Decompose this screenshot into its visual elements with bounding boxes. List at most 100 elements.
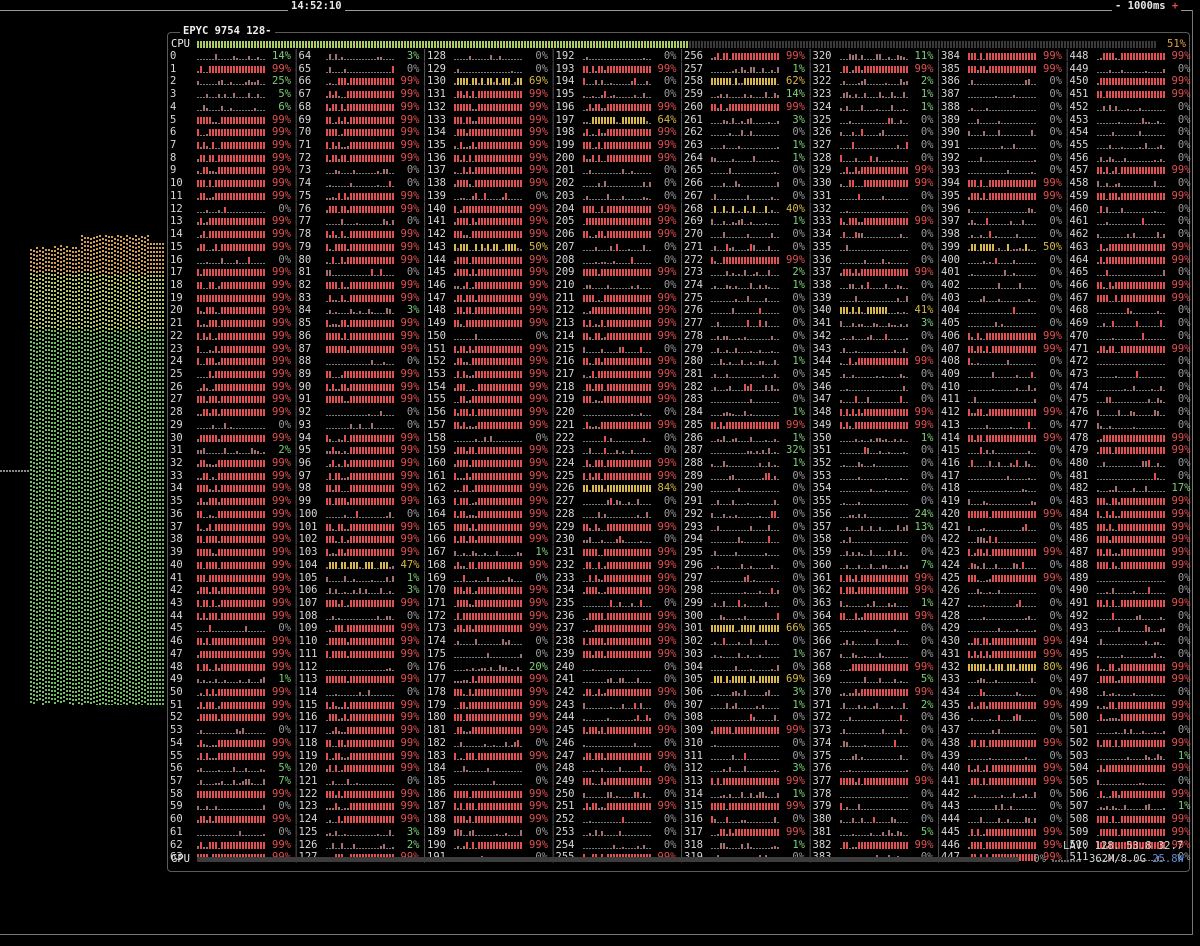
graph-dot — [120, 284, 122, 286]
graph-dot — [117, 459, 119, 461]
graph-dot — [96, 432, 98, 434]
graph-dot — [126, 575, 128, 577]
graph-dot — [48, 601, 50, 603]
refresh-increase-button[interactable]: + — [1172, 0, 1178, 12]
graph-dot — [66, 582, 68, 584]
graph-dot — [30, 537, 32, 539]
graph-dot — [105, 587, 107, 589]
graph-dot — [93, 309, 95, 311]
graph-dot — [99, 675, 101, 677]
refresh-decrease-button[interactable]: - — [1115, 0, 1121, 12]
graph-dot — [117, 379, 119, 381]
graph-dot — [60, 425, 62, 427]
graph-dot — [132, 458, 134, 460]
graph-dot — [120, 436, 122, 438]
graph-dot — [114, 294, 116, 296]
graph-dot — [36, 323, 38, 325]
graph-dot — [111, 300, 113, 302]
graph-dot — [33, 646, 35, 648]
graph-dot — [93, 273, 95, 275]
graph-dot — [72, 519, 74, 521]
graph-dot — [96, 436, 98, 438]
graph-dot — [144, 413, 146, 415]
graph-dot — [120, 660, 122, 662]
graph-dot — [108, 376, 110, 378]
graph-dot — [120, 560, 122, 562]
graph-dot — [123, 478, 125, 480]
graph-dot — [51, 298, 53, 300]
graph-dot — [33, 554, 35, 556]
graph-dot — [81, 467, 83, 469]
graph-dot — [108, 676, 110, 678]
graph-dot — [108, 516, 110, 518]
graph-dot — [126, 323, 128, 325]
graph-dot — [141, 400, 143, 402]
graph-dot — [144, 377, 146, 379]
graph-dot — [66, 250, 68, 252]
graph-dot — [153, 303, 155, 305]
graph-dot — [141, 516, 143, 518]
graph-dot — [144, 409, 146, 411]
graph-dot — [102, 546, 104, 548]
graph-dot — [144, 653, 146, 655]
graph-dot — [156, 327, 158, 329]
graph-dot — [75, 279, 77, 281]
graph-dot — [108, 576, 110, 578]
graph-dot — [60, 657, 62, 659]
graph-dot — [51, 470, 53, 472]
graph-dot — [120, 424, 122, 426]
graph-dot — [153, 367, 155, 369]
graph-dot — [90, 258, 92, 260]
graph-dot — [111, 396, 113, 398]
graph-dot — [84, 533, 86, 535]
graph-dot — [138, 386, 140, 388]
graph-dot — [138, 510, 140, 512]
graph-dot — [48, 353, 50, 355]
graph-dot — [138, 442, 140, 444]
graph-dot — [57, 336, 59, 338]
graph-dot — [144, 529, 146, 531]
graph-dot — [45, 353, 47, 355]
graph-dot — [48, 469, 50, 471]
graph-dot — [129, 297, 131, 299]
graph-dot — [42, 355, 44, 357]
graph-dot — [96, 248, 98, 250]
graph-dot — [114, 590, 116, 592]
graph-dot — [48, 437, 50, 439]
graph-dot — [57, 668, 59, 670]
graph-dot — [117, 311, 119, 313]
graph-dot — [129, 633, 131, 635]
graph-dot — [72, 547, 74, 549]
graph-dot — [105, 359, 107, 361]
graph-dot — [99, 247, 101, 249]
graph-dot — [60, 309, 62, 311]
graph-dot — [36, 339, 38, 341]
graph-dot — [126, 367, 128, 369]
graph-dot — [30, 313, 32, 315]
graph-dot — [141, 668, 143, 670]
graph-dot — [102, 570, 104, 572]
graph-dot — [63, 248, 65, 250]
graph-dot — [66, 610, 68, 612]
graph-dot — [30, 309, 32, 311]
graph-dot — [141, 312, 143, 314]
graph-dot — [147, 451, 149, 453]
graph-dot — [84, 281, 86, 283]
graph-dot — [60, 625, 62, 627]
graph-dot — [120, 544, 122, 546]
graph-dot — [84, 701, 86, 703]
refresh-control[interactable]: - 1000ms + — [1112, 0, 1182, 12]
graph-dot — [75, 695, 77, 697]
graph-dot — [153, 531, 155, 533]
graph-dot — [108, 332, 110, 334]
graph-dot — [126, 411, 128, 413]
graph-dot — [147, 379, 149, 381]
graph-dot — [54, 350, 56, 352]
graph-dot — [36, 423, 38, 425]
graph-dot — [99, 419, 101, 421]
graph-dot — [147, 431, 149, 433]
graph-dot — [45, 681, 47, 683]
graph-dot — [156, 343, 158, 345]
graph-dot — [156, 251, 158, 253]
graph-dot — [153, 623, 155, 625]
